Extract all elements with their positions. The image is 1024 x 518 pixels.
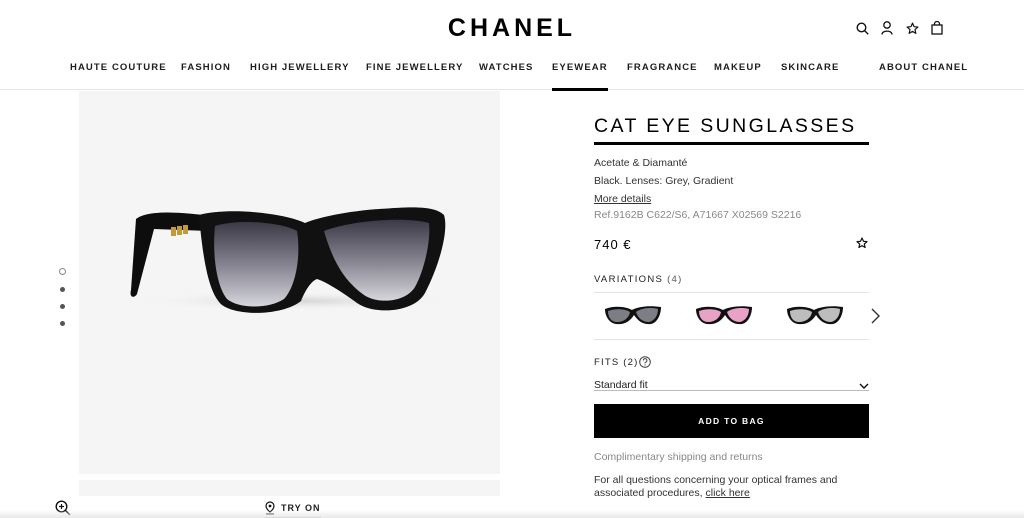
product-reference: Ref.9162B C622/S6, A71667 X02569 S2216 — [594, 209, 802, 221]
search-icon[interactable] — [855, 20, 869, 36]
product-colour: Black. Lenses: Grey, Gradient — [594, 175, 734, 187]
glasses-image — [129, 207, 459, 313]
gallery-dot-3[interactable] — [60, 304, 65, 309]
variation-thumb-light-grey[interactable] — [785, 303, 845, 329]
nav-item-high-jewellery[interactable]: HIGH JEWELLERY — [250, 62, 350, 73]
variation-thumb-grey[interactable] — [603, 303, 663, 329]
questions-note: For all questions concerning your optica… — [594, 474, 839, 499]
bag-icon[interactable] — [930, 20, 944, 36]
variations-carousel — [594, 293, 880, 340]
product-image-gallery[interactable] — [79, 91, 500, 474]
gallery-dot-2[interactable] — [60, 287, 65, 292]
chevron-right-icon[interactable] — [869, 307, 881, 325]
product-details-panel: CAT EYE SUNGLASSES Acetate & Diamanté Bl… — [594, 115, 880, 499]
add-to-wishlist-icon[interactable] — [856, 236, 869, 249]
product-material: Acetate & Diamanté — [594, 157, 688, 169]
nav-item-fine-jewellery[interactable]: FINE JEWELLERY — [366, 62, 463, 73]
fits-row: FITS (2) — [594, 352, 869, 368]
chevron-down-icon — [859, 377, 869, 389]
product-price: 740 € — [594, 237, 632, 252]
nav-item-fashion[interactable]: FASHION — [181, 62, 231, 73]
nav-item-fragrance[interactable]: FRAGRANCE — [627, 62, 698, 73]
fits-label: FITS (2) — [594, 357, 639, 368]
click-here-link[interactable]: click here — [706, 487, 750, 499]
variations-label: VARIATIONS — [594, 274, 664, 285]
gallery-dot-1[interactable] — [59, 268, 66, 275]
product-title: CAT EYE SUNGLASSES — [594, 115, 869, 145]
more-details-link[interactable]: More details — [594, 193, 651, 205]
gallery-dot-4[interactable] — [60, 321, 65, 326]
variation-thumb-pink[interactable] — [694, 303, 754, 329]
fit-select-value: Standard fit — [594, 379, 648, 391]
fit-select[interactable]: Standard fit — [594, 375, 869, 391]
help-icon[interactable] — [639, 355, 651, 368]
gallery-pagination — [59, 268, 67, 338]
nav-item-makeup[interactable]: MAKEUP — [714, 62, 762, 73]
shipping-note: Complimentary shipping and returns — [594, 451, 763, 463]
nav-item-eyewear[interactable]: EYEWEAR — [552, 62, 608, 91]
nav-item-skincare[interactable]: SKINCARE — [781, 62, 839, 73]
bottom-fade — [0, 510, 1024, 518]
nav-item-about-chanel[interactable]: ABOUT CHANEL — [879, 62, 968, 73]
main-nav: HAUTE COUTURE FASHION HIGH JEWELLERY FIN… — [0, 60, 1024, 91]
wishlist-icon[interactable] — [905, 20, 919, 36]
price-row: 740 € — [594, 236, 869, 252]
nav-item-haute-couture[interactable]: HAUTE COUTURE — [70, 62, 167, 73]
variations-count: (4) — [667, 274, 683, 285]
nav-item-watches[interactable]: WATCHES — [479, 62, 534, 73]
account-icon[interactable] — [880, 20, 894, 36]
header-icons — [855, 20, 944, 36]
product-image-second[interactable] — [79, 480, 500, 496]
site-header: CHANEL HAUTE COUTURE FASHION HIGH JEWELL… — [0, 0, 1024, 91]
variations-heading: VARIATIONS (4) — [594, 274, 869, 293]
add-to-bag-button[interactable]: ADD TO BAG — [594, 404, 869, 438]
